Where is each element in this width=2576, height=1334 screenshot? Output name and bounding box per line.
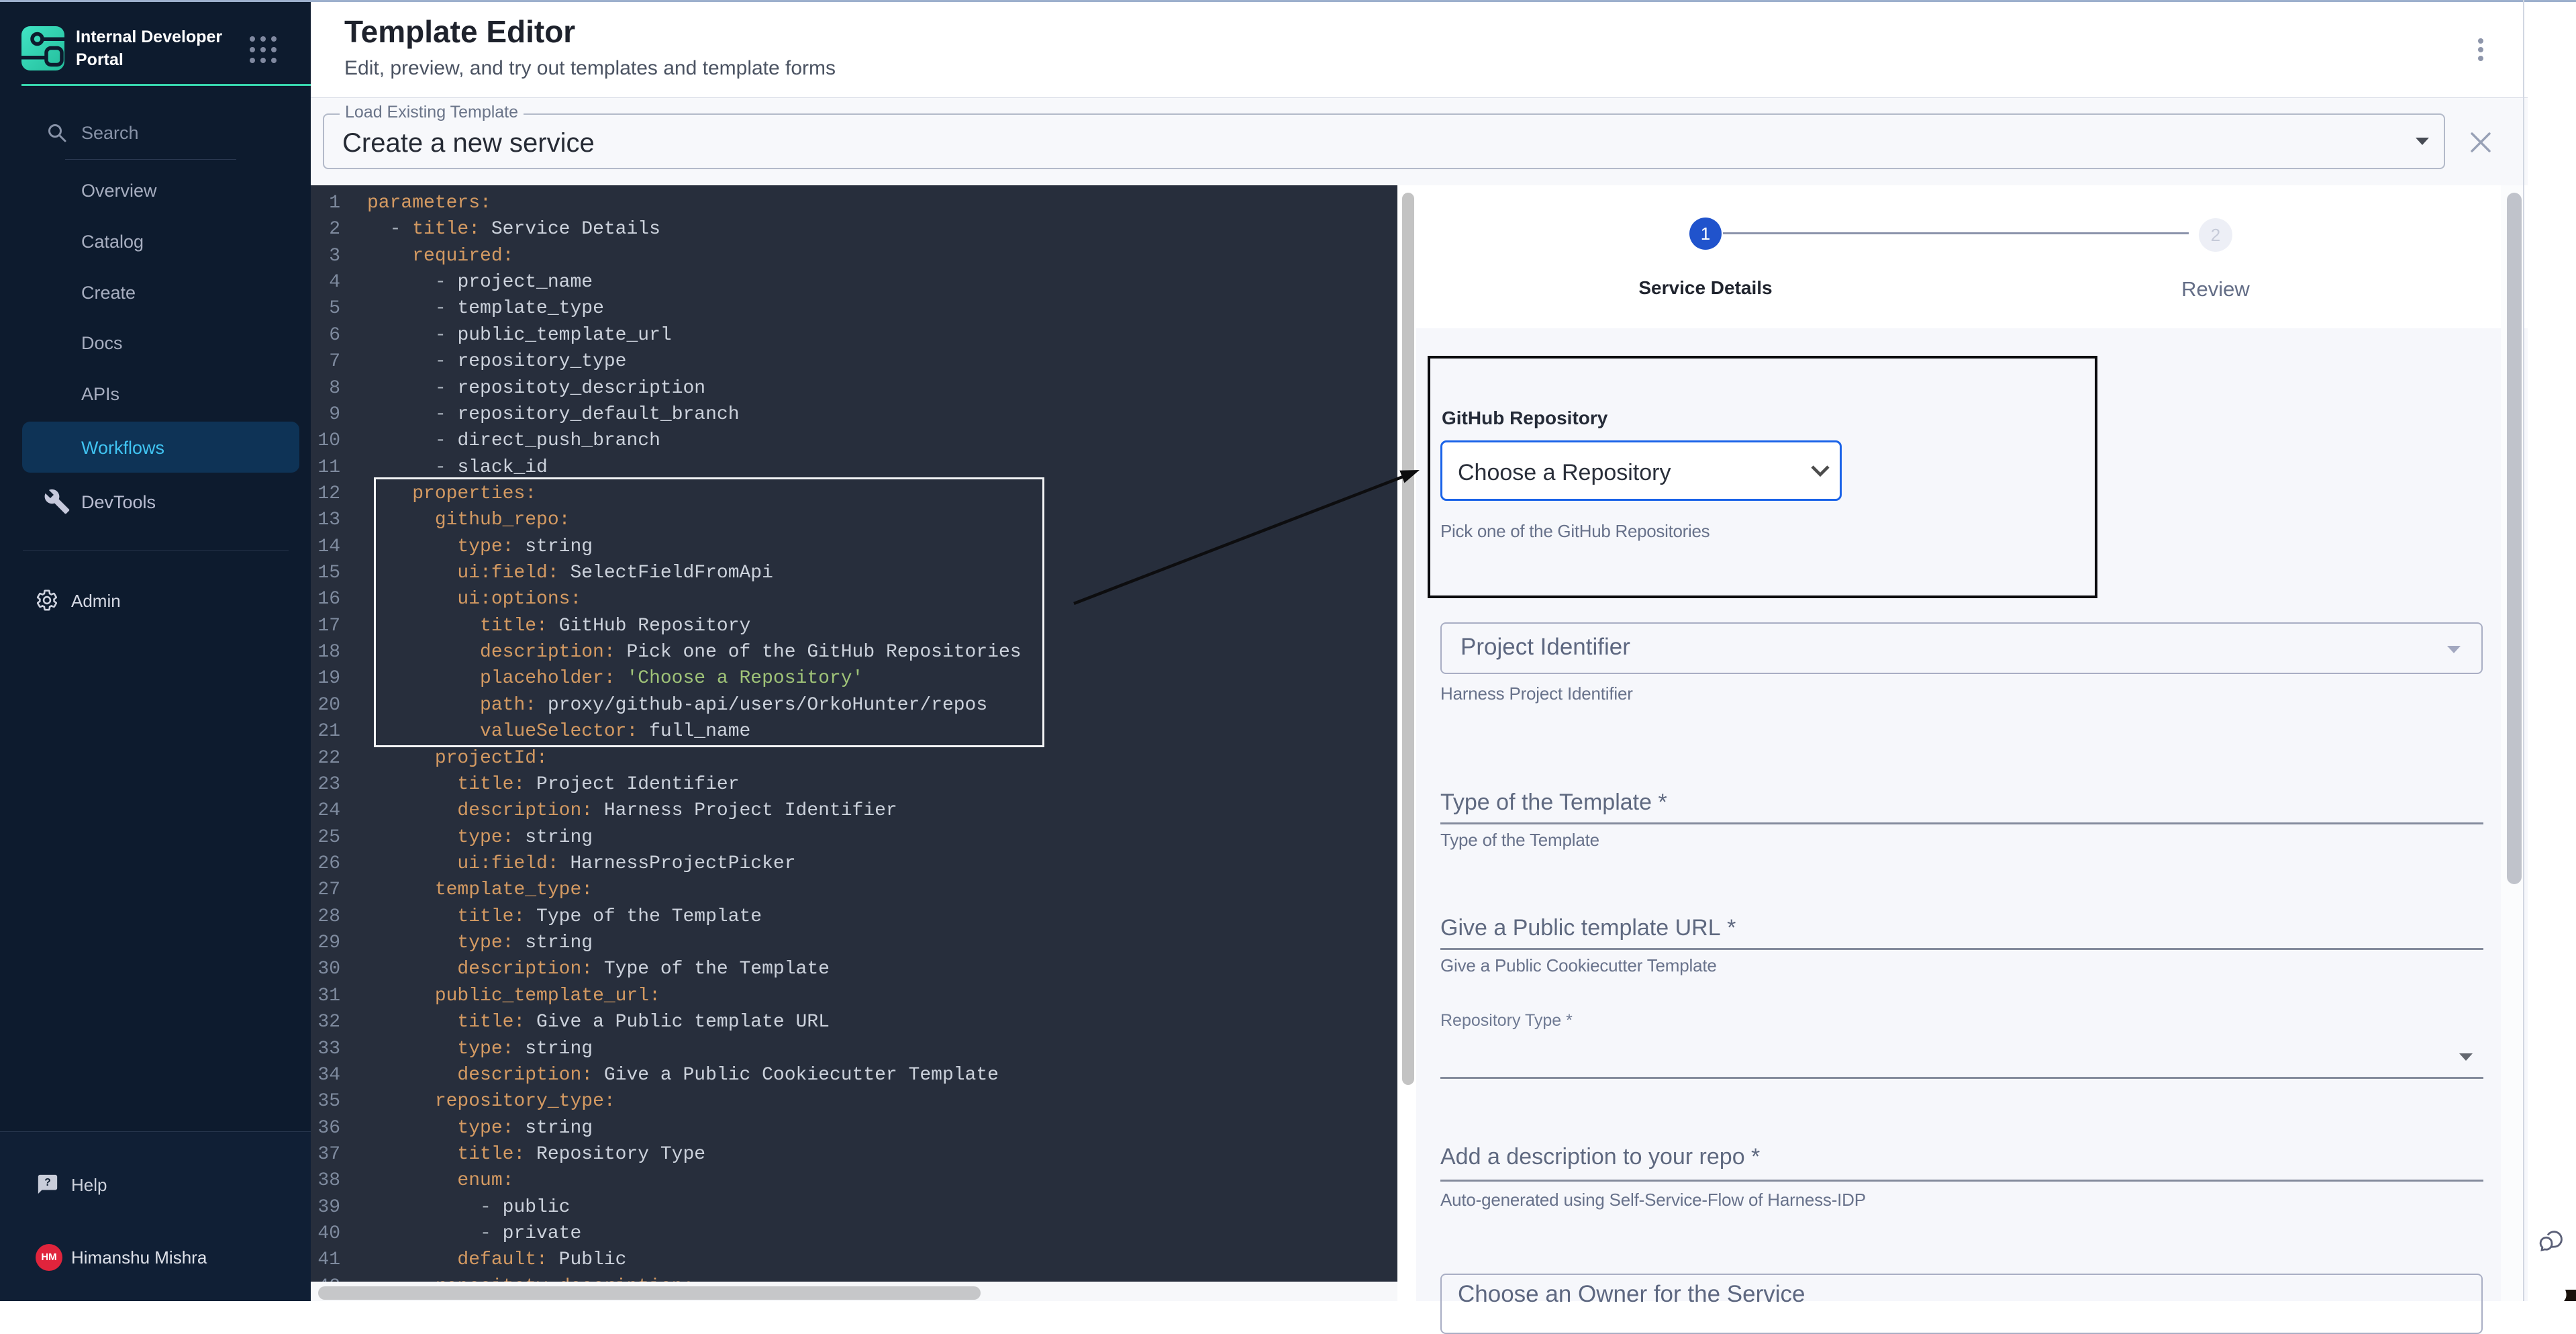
svg-text:?: ? [44, 1177, 51, 1188]
